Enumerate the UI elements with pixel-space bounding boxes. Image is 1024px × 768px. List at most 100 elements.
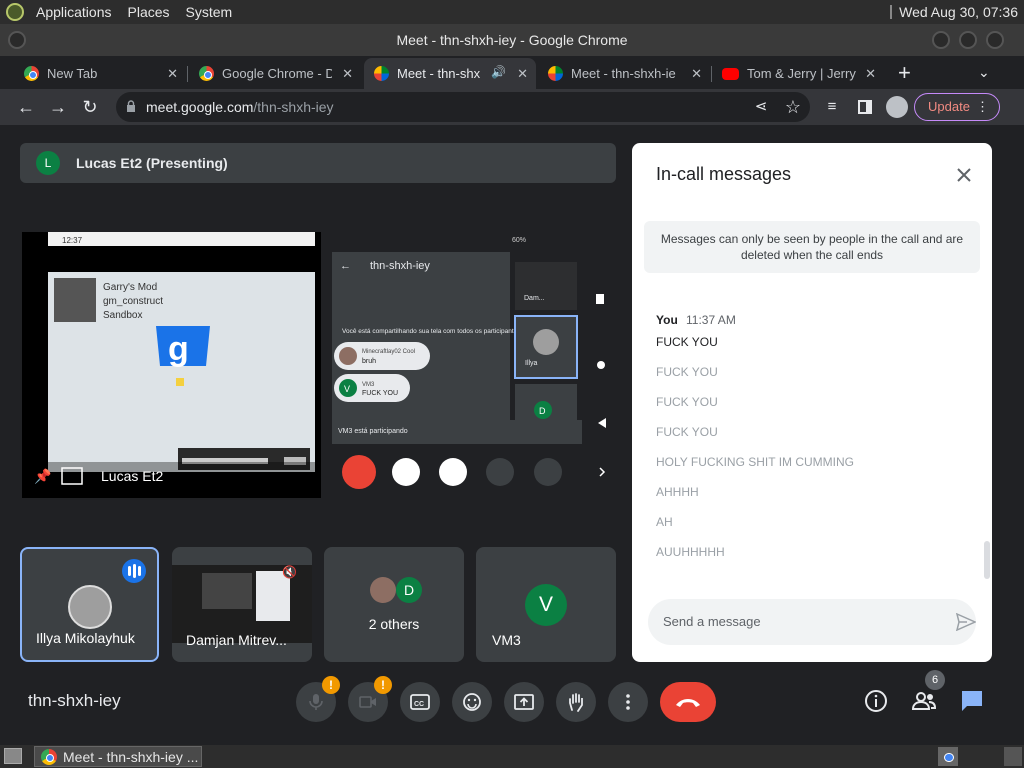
message-input[interactable]: Send a message xyxy=(648,599,976,645)
emoji-icon xyxy=(463,693,481,711)
in-call-messages-panel: In-call messages Messages can only be se… xyxy=(632,143,992,662)
raise-hand-button[interactable] xyxy=(556,682,596,722)
chat-message: HOLY FUCKING SHIT IM CUMMING xyxy=(656,455,855,469)
bubble-1-name: Minecraftlay02 Cool xyxy=(362,349,415,355)
participant-name: Illya Mikolayhuk xyxy=(36,630,135,646)
close-icon[interactable]: ✕ xyxy=(517,66,528,82)
bookmark-star-icon[interactable]: ☆ xyxy=(781,95,805,119)
chat-message: FUCK YOU xyxy=(656,335,718,349)
audio-playing-icon[interactable]: 🔊 xyxy=(491,65,506,79)
close-icon[interactable]: ✕ xyxy=(865,66,876,82)
raise-hand-icon xyxy=(569,693,583,712)
window-menu-button[interactable] xyxy=(8,31,26,49)
presentation-stage[interactable]: 12:37 Garry's Mod gm_construct Sandbox g… xyxy=(22,232,615,498)
tab-google-chrome[interactable]: Google Chrome - D ✕ xyxy=(189,58,361,89)
emoji-reactions-button[interactable] xyxy=(452,682,492,722)
chat-message: FUCK YOU xyxy=(656,425,718,439)
reload-icon[interactable]: ↻ xyxy=(78,95,102,119)
update-label: Update xyxy=(928,99,970,114)
avatar xyxy=(68,585,112,629)
url-host: meet.google.com xyxy=(146,99,254,115)
show-desktop-icon[interactable] xyxy=(4,748,22,764)
close-icon[interactable] xyxy=(954,165,974,185)
bubble-2-text: FUCK YOU xyxy=(362,390,398,397)
minimize-button[interactable] xyxy=(932,31,950,49)
back-arrow-icon[interactable]: ← xyxy=(14,95,38,119)
tab-meet-2[interactable]: Meet - thn-shxh-ie ✕ xyxy=(538,58,710,89)
avatar-initial: D xyxy=(396,577,422,603)
camera-off-icon xyxy=(359,696,376,708)
chat-notice: Messages can only be seen by people in t… xyxy=(644,221,980,273)
participant-tile-damjan[interactable]: 🔇 Damjan Mitrev... xyxy=(172,547,312,662)
window-titlebar[interactable]: Meet - thn-shxh-iey - Google Chrome xyxy=(0,24,1024,56)
media-queue-icon[interactable]: ≡ xyxy=(820,95,844,119)
panel-title: In-call messages xyxy=(656,164,792,184)
clock[interactable]: Wed Aug 30, 07:36 xyxy=(899,0,1018,24)
present-screen-button[interactable] xyxy=(504,682,544,722)
maximize-button[interactable] xyxy=(959,31,977,49)
tab-label: Tom & Jerry | Jerry xyxy=(747,66,856,81)
chat-icon[interactable] xyxy=(956,685,988,717)
taskbar-window-item[interactable]: Meet - thn-shxh-iey ... xyxy=(34,746,202,767)
chrome-icon xyxy=(41,749,57,765)
update-button[interactable]: Update ⋮ xyxy=(914,93,1000,121)
phone-meeting-code: thn-shxh-iey xyxy=(370,260,430,272)
chrome-icon xyxy=(199,66,214,81)
participant-tile-vm3[interactable]: V VM3 xyxy=(476,547,616,662)
meeting-code: thn-shxh-iey xyxy=(28,691,121,710)
side-panel-icon[interactable] xyxy=(853,95,877,119)
tray-workspace-icon[interactable] xyxy=(1004,747,1022,766)
tab-search-chevron-icon[interactable]: ⌄ xyxy=(978,64,990,81)
svg-text:←: ← xyxy=(340,260,351,272)
more-options-button[interactable] xyxy=(608,682,648,722)
chat-message: FUCK YOU xyxy=(656,395,718,409)
menu-applications[interactable]: Applications xyxy=(28,0,120,24)
chat-message: FUCK YOU xyxy=(656,365,718,379)
pin-icon[interactable]: 📌 xyxy=(34,468,51,485)
close-icon[interactable]: ✕ xyxy=(342,66,353,82)
participant-tile-others[interactable]: D 2 others xyxy=(324,547,464,662)
tab-youtube[interactable]: Tom & Jerry | Jerry ✕ xyxy=(712,58,884,89)
presenter-avatar: L xyxy=(36,151,60,175)
tray-chrome-icon[interactable] xyxy=(938,747,958,766)
people-icon[interactable] xyxy=(908,685,940,717)
window-title: Meet - thn-shxh-iey - Google Chrome xyxy=(396,32,628,48)
bubble-2-initial: V xyxy=(344,384,350,394)
leave-call-button[interactable] xyxy=(660,682,716,722)
more-vert-icon[interactable]: ⋮ xyxy=(976,94,989,120)
close-icon[interactable]: ✕ xyxy=(167,66,178,82)
tab-meet-active[interactable]: Meet - thn-shx 🔊 ✕ xyxy=(364,58,536,89)
new-tab-plus-icon[interactable]: + xyxy=(898,60,911,86)
participant-name: Damjan Mitrev... xyxy=(186,632,287,648)
send-icon[interactable] xyxy=(956,613,976,631)
presenter-bar[interactable]: L Lucas Et2 (Presenting) xyxy=(20,143,616,183)
captions-button[interactable]: CC xyxy=(400,682,440,722)
chat-scrollbar[interactable] xyxy=(984,541,990,579)
game-mode-line: Sandbox xyxy=(103,310,142,321)
tab-separator xyxy=(187,66,188,82)
microphone-button[interactable]: ! xyxy=(296,676,340,722)
share-icon[interactable]: ⋖ xyxy=(749,95,773,119)
lock-icon[interactable] xyxy=(126,100,136,112)
menu-system[interactable]: System xyxy=(178,0,241,24)
forward-arrow-icon[interactable]: → xyxy=(46,95,70,119)
tab-new-tab[interactable]: New Tab ✕ xyxy=(14,58,186,89)
close-icon[interactable]: ✕ xyxy=(691,66,702,82)
phone-status-time: 12:37 xyxy=(62,236,83,245)
tab-label: Google Chrome - D xyxy=(222,66,332,81)
participant-name: VM3 xyxy=(492,632,521,648)
camera-button[interactable]: ! xyxy=(348,676,392,722)
present-screen-icon xyxy=(514,694,534,710)
profile-avatar-icon[interactable] xyxy=(885,95,909,119)
address-bar[interactable]: meet.google.com/thn-shxh-iey xyxy=(116,92,810,122)
avatar-initial: V xyxy=(525,584,567,626)
os-logo-icon[interactable] xyxy=(6,3,24,21)
close-window-button[interactable] xyxy=(986,31,1004,49)
taskbar-window-label: Meet - thn-shxh-iey ... xyxy=(63,749,199,765)
meeting-details-info-icon[interactable] xyxy=(860,685,892,717)
warning-badge: ! xyxy=(322,676,340,694)
bubble-1-text: bruh xyxy=(362,358,376,365)
menu-places[interactable]: Places xyxy=(120,0,178,24)
participant-tile-illya[interactable]: Illya Mikolayhuk xyxy=(20,547,159,662)
meet-icon xyxy=(374,66,389,81)
